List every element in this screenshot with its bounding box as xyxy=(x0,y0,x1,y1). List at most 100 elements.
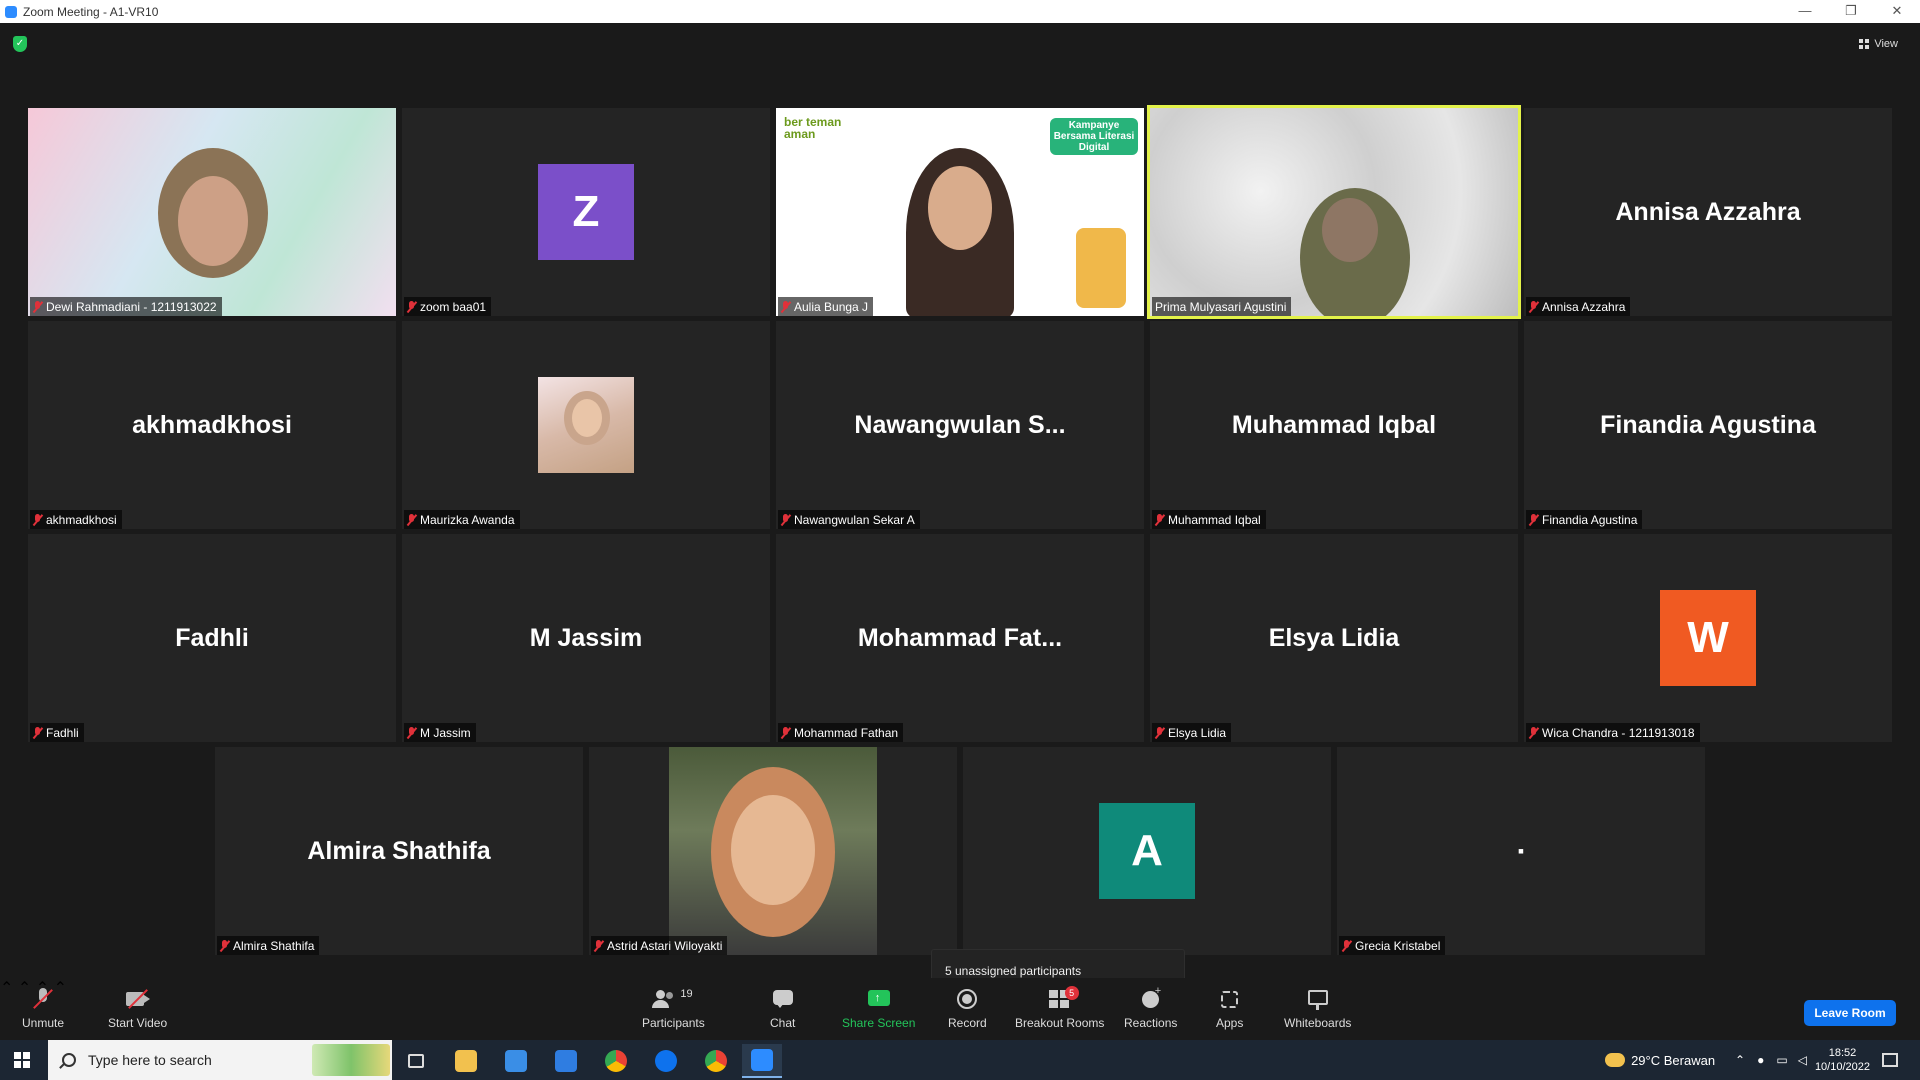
participant-name-label: M Jassim xyxy=(404,723,476,742)
person-face xyxy=(731,795,815,905)
leave-room-button[interactable]: Leave Room xyxy=(1804,1000,1896,1026)
muted-mic-icon xyxy=(781,300,790,313)
apps-icon xyxy=(1218,988,1242,1010)
chat-button[interactable]: Chat xyxy=(770,988,795,1030)
microphone-icon[interactable]: ● xyxy=(1757,1053,1764,1067)
record-icon xyxy=(955,988,979,1010)
video-tile[interactable]: Almira Shathifa Almira Shathifa xyxy=(215,747,583,955)
breakout-rooms-icon: 5 xyxy=(1048,986,1079,1010)
clock[interactable]: 18:52 10/10/2022 xyxy=(1815,1046,1870,1074)
video-tile[interactable]: Mohammad Fat... Mohammad Fathan xyxy=(776,534,1144,742)
video-tile[interactable]: Finandia Agustina Finandia Agustina xyxy=(1524,321,1892,529)
video-tile[interactable]: Annisa Azzahra Annisa Azzahra xyxy=(1524,108,1892,316)
mail-icon[interactable] xyxy=(546,1044,586,1078)
participant-name-label: Grecia Kristabel xyxy=(1339,936,1446,955)
video-tile-active-speaker[interactable]: Prima Mulyasari Agustini xyxy=(1147,105,1521,319)
video-tile[interactable]: Nawangwulan S... Nawangwulan Sekar A xyxy=(776,321,1144,529)
muted-mic-icon xyxy=(407,726,416,739)
clock-date: 10/10/2022 xyxy=(1814,1061,1870,1073)
video-tile[interactable]: Fadhli Fadhli xyxy=(28,534,396,742)
participant-name-label: Maurizka Awanda xyxy=(404,510,520,529)
video-tile[interactable]: W Wica Chandra - 1211913018 xyxy=(1524,534,1892,742)
chevron-up-icon[interactable]: ⌃ xyxy=(1735,1053,1745,1067)
volume-icon[interactable]: ◁ xyxy=(1798,1053,1807,1067)
search-icon xyxy=(62,1053,76,1067)
video-off-icon xyxy=(125,988,150,1010)
participant-name-label: Elsya Lidia xyxy=(1152,723,1232,742)
weather-text[interactable]: 29°C Berawan xyxy=(1631,1053,1715,1068)
participant-name-label: Finandia Agustina xyxy=(1526,510,1643,529)
unmute-button[interactable]: Unmute xyxy=(22,988,64,1030)
participant-display-name: Muhammad Iqbal xyxy=(1231,410,1437,439)
muted-microphone-icon xyxy=(31,988,55,1010)
video-tile[interactable]: A xyxy=(963,747,1331,955)
brand-logo: ber teman aman xyxy=(784,115,842,141)
network-icon[interactable]: ▭ xyxy=(1776,1053,1787,1067)
video-tile[interactable]: Maurizka Awanda xyxy=(402,321,770,529)
participants-button[interactable]: 19 Participants xyxy=(642,988,705,1030)
participant-name-label: Almira Shathifa xyxy=(217,936,320,955)
record-button[interactable]: Record xyxy=(948,988,987,1030)
video-tile[interactable]: M Jassim M Jassim xyxy=(402,534,770,742)
view-label: View xyxy=(1874,38,1898,50)
video-tile[interactable]: ber teman aman Kampanye Bersama Literasi… xyxy=(776,108,1144,316)
participant-display-name: Nawangwulan S... xyxy=(854,410,1066,439)
share-screen-button[interactable]: ↑ Share Screen xyxy=(842,988,915,1030)
video-tile[interactable]: ▪ Grecia Kristabel xyxy=(1337,747,1705,955)
participant-name-label: Dewi Rahmadiani - 1211913022 xyxy=(30,297,222,316)
video-tile[interactable]: Astrid Astari Wiloyakti xyxy=(589,747,957,955)
apps-button[interactable]: Apps xyxy=(1216,988,1243,1030)
participant-name-label: Annisa Azzahra xyxy=(1526,297,1631,316)
video-tile[interactable]: Muhammad Iqbal Muhammad Iqbal xyxy=(1150,321,1518,529)
audio-options-caret[interactable]: ⌃ xyxy=(0,980,13,997)
participant-display-name: Elsya Lidia xyxy=(1268,623,1400,652)
video-tile[interactable]: akhmadkhosi akhmadkhosi xyxy=(28,321,396,529)
minimize-button[interactable]: — xyxy=(1782,0,1828,23)
view-button[interactable]: View xyxy=(1851,33,1906,55)
participants-count: 19 xyxy=(680,988,693,1000)
file-explorer-icon[interactable] xyxy=(446,1044,486,1078)
start-video-button[interactable]: Start Video xyxy=(108,988,167,1030)
participants-icon: 19 xyxy=(648,988,698,1010)
breakout-rooms-button[interactable]: 5 Breakout Rooms xyxy=(1015,986,1104,1030)
window-titlebar: Zoom Meeting - A1-VR10 — ❐ ✕ xyxy=(0,0,1920,23)
microsoft-store-icon[interactable] xyxy=(496,1044,536,1078)
video-tile[interactable]: Z zoom baa01 xyxy=(402,108,770,316)
muted-mic-icon xyxy=(33,513,42,526)
whiteboards-button[interactable]: Whiteboards xyxy=(1284,988,1351,1030)
close-button[interactable]: ✕ xyxy=(1874,0,1920,23)
participant-name-label: Astrid Astari Wiloyakti xyxy=(591,936,728,955)
muted-mic-icon xyxy=(781,513,790,526)
weather-icon[interactable] xyxy=(1605,1053,1626,1067)
muted-mic-icon xyxy=(1529,513,1538,526)
muted-mic-icon xyxy=(407,513,416,526)
avatar: W xyxy=(1660,590,1756,686)
task-view-icon[interactable] xyxy=(396,1044,436,1078)
restore-button[interactable]: ❐ xyxy=(1828,0,1874,23)
participant-name-label: Prima Mulyasari Agustini xyxy=(1152,297,1292,316)
chrome-icon[interactable] xyxy=(596,1044,636,1078)
search-highlight-image xyxy=(312,1044,390,1076)
avatar: A xyxy=(1099,803,1195,899)
avatar: Z xyxy=(538,164,634,260)
teamviewer-icon[interactable] xyxy=(646,1044,686,1078)
notification-icon[interactable] xyxy=(1882,1053,1898,1067)
participant-display-name: akhmadkhosi xyxy=(132,410,292,439)
participant-display-name: Mohammad Fat... xyxy=(857,623,1063,652)
participant-name-label: Aulia Bunga J xyxy=(778,297,874,316)
system-tray: 29°C Berawan ⌃ ● ▭ ◁ 18:52 10/10/2022 xyxy=(1605,1040,1920,1080)
muted-mic-icon xyxy=(33,300,42,313)
security-shield-icon[interactable]: ✓ xyxy=(13,36,27,52)
video-tile[interactable]: Dewi Rahmadiani - 1211913022 xyxy=(28,108,396,316)
zoom-taskbar-icon[interactable] xyxy=(742,1044,782,1078)
window-controls: — ❐ ✕ xyxy=(1782,0,1920,23)
chrome-profile-icon[interactable] xyxy=(696,1044,736,1078)
windows-start-icon[interactable] xyxy=(14,1052,30,1068)
taskbar-search-box[interactable]: Type here to search xyxy=(48,1040,392,1080)
reactions-button[interactable]: + Reactions xyxy=(1124,985,1177,1030)
smiley-plus-icon: + xyxy=(1139,985,1163,1010)
muted-mic-icon xyxy=(33,726,42,739)
window-title: Zoom Meeting - A1-VR10 xyxy=(23,4,159,19)
participant-display-name: ▪ xyxy=(1517,840,1525,861)
video-tile[interactable]: Elsya Lidia Elsya Lidia xyxy=(1150,534,1518,742)
